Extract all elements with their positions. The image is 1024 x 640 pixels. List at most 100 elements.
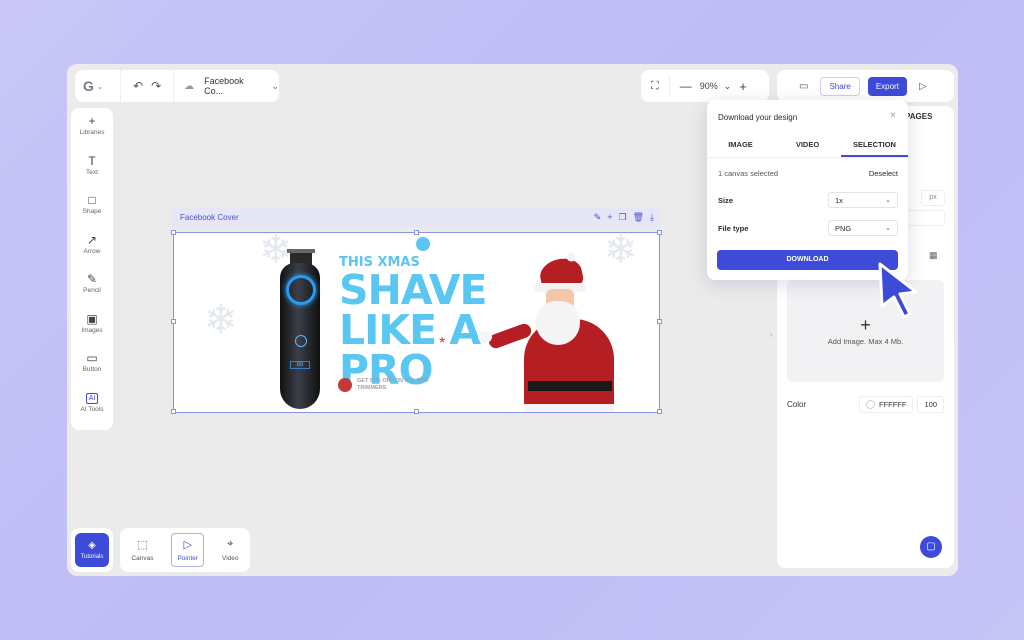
- chevron-down-icon: ⌄: [885, 197, 891, 204]
- design-canvas[interactable]: ❄ ❄ ❄ 88 THIS XMAS SHAVE LIKE A PRO * GE…: [173, 232, 660, 413]
- tab-video[interactable]: VIDEO: [774, 136, 841, 157]
- share-button[interactable]: Share: [820, 76, 860, 96]
- collapse-panel-icon[interactable]: ›: [770, 332, 772, 339]
- selected-count: 1 canvas selected: [718, 169, 779, 178]
- document-name-menu[interactable]: ☁ Facebook Co... ⌄: [174, 76, 279, 96]
- play-icon[interactable]: ▷: [919, 81, 927, 92]
- download-icon[interactable]: ⤓: [650, 212, 654, 223]
- video-mode-button[interactable]: ⌖ Video: [217, 534, 244, 566]
- mode-toolbar: ⬚ Canvas ▷ Pointer ⌖ Video: [120, 528, 250, 572]
- divider: [668, 76, 670, 96]
- tool-text[interactable]: T Text: [71, 154, 113, 194]
- pencil-icon: ✎: [86, 272, 98, 286]
- chevron-down-icon: ⌄: [271, 80, 279, 91]
- canvas-mode-button[interactable]: ⬚ Canvas: [126, 534, 158, 566]
- tool-label: AI Tools: [80, 405, 104, 413]
- zoom-level[interactable]: 90%: [700, 81, 718, 91]
- comment-icon[interactable]: ▭: [799, 81, 808, 92]
- resize-handle[interactable]: [171, 230, 176, 235]
- plus-icon: +: [860, 314, 871, 335]
- snowflake-decoration: ❄: [204, 298, 238, 342]
- app-logo-menu[interactable]: G ⌄: [83, 78, 110, 94]
- tool-images[interactable]: ▣ Images: [71, 312, 113, 352]
- headline-line-2: SHAVE: [339, 265, 488, 314]
- tool-libraries[interactable]: + Libraries: [71, 114, 113, 154]
- resize-handle[interactable]: [171, 319, 176, 324]
- button-icon: ▭: [86, 351, 98, 365]
- tool-label: Arrow: [83, 247, 101, 255]
- arrow-icon: ↗: [86, 232, 98, 247]
- color-picker[interactable]: FFFFFF: [858, 396, 914, 413]
- offer-line-1: GET 50% OFF ON ALL PRO: [357, 378, 429, 385]
- download-modal: Download your design × IMAGE VIDEO SELEC…: [707, 100, 908, 280]
- zoom-toolbar: ⛶ — 90% ⌄ +: [641, 70, 769, 102]
- image-icon: ▣: [86, 311, 98, 326]
- tool-label: Images: [81, 326, 103, 334]
- size-select[interactable]: 1x ⌄: [828, 192, 898, 208]
- chevron-down-icon[interactable]: ⌄: [724, 81, 732, 92]
- tutorials-panel: ◈ Tutorials: [71, 528, 113, 572]
- unit-field[interactable]: px: [921, 190, 945, 206]
- canvas-name[interactable]: Facebook Cover: [180, 213, 239, 222]
- headline-line-3: LIKE A: [339, 305, 481, 354]
- zoom-in-icon[interactable]: +: [739, 79, 747, 94]
- undo-icon[interactable]: ↶: [133, 79, 143, 93]
- resize-handle[interactable]: [657, 319, 662, 324]
- modal-title: Download your design: [718, 113, 798, 122]
- size-label: Size: [718, 195, 734, 205]
- tool-ai-tools[interactable]: AI AI Tools: [71, 391, 113, 431]
- delete-icon[interactable]: 🗑: [633, 212, 644, 223]
- chevron-down-icon: ⌄: [96, 81, 104, 91]
- filetype-label: File type: [718, 223, 749, 233]
- deselect-link[interactable]: Deselect: [869, 169, 898, 178]
- mode-label: Pointer: [177, 555, 199, 562]
- mouse-cursor-icon: [878, 262, 918, 318]
- download-tabs: IMAGE VIDEO SELECTION: [707, 136, 908, 158]
- layers-icon: ◈: [88, 540, 96, 551]
- redo-icon[interactable]: ↷: [151, 79, 161, 93]
- zoom-out-icon[interactable]: —: [680, 79, 692, 93]
- tool-arrow[interactable]: ↗ Arrow: [71, 233, 113, 273]
- resize-handle[interactable]: [657, 230, 662, 235]
- resize-handle[interactable]: [414, 230, 419, 235]
- tab-image[interactable]: IMAGE: [707, 136, 774, 157]
- tool-label: Shape: [82, 208, 102, 215]
- tool-shape[interactable]: □ Shape: [71, 193, 113, 233]
- text-icon: T: [88, 153, 96, 168]
- pointer-mode-button[interactable]: ▷ Pointer: [171, 533, 205, 567]
- document-name: Facebook Co...: [204, 76, 244, 96]
- image-upload-area[interactable]: + Add Image. Max 4 Mb.: [787, 280, 944, 382]
- close-icon[interactable]: ×: [890, 110, 896, 121]
- resize-handle[interactable]: [657, 409, 662, 414]
- duplicate-icon[interactable]: ❐: [619, 212, 627, 223]
- resize-handle[interactable]: [171, 409, 176, 414]
- selection-row: 1 canvas selected Deselect: [718, 169, 898, 178]
- download-button[interactable]: DOWNLOAD: [717, 250, 898, 270]
- resize-handle[interactable]: [414, 409, 419, 414]
- tab-pages[interactable]: PAGES: [905, 112, 932, 121]
- transparency-icon[interactable]: ▦: [929, 250, 938, 261]
- tab-selection[interactable]: SELECTION: [841, 136, 908, 157]
- canvas-header: Facebook Cover ✎ + ❐ 🗑 ⤓: [171, 207, 660, 227]
- filetype-select[interactable]: PNG ⌄: [828, 220, 898, 236]
- color-label: Color: [787, 400, 807, 409]
- offer-line-2: TRIMMERS: [357, 385, 387, 391]
- santa-image: [478, 254, 619, 412]
- opacity-field[interactable]: 100: [917, 396, 944, 413]
- fit-screen-icon[interactable]: ⛶: [651, 80, 659, 93]
- tools-sidebar: + Libraries T Text □ Shape ↗ Arrow ✎ Pencil ▣…: [71, 108, 113, 430]
- chat-icon: ▢: [926, 541, 936, 552]
- color-row: Color FFFFFF 100: [787, 396, 944, 413]
- tool-button[interactable]: ▭ Button: [71, 351, 113, 391]
- chat-support-button[interactable]: ▢: [920, 536, 942, 558]
- tool-pencil[interactable]: ✎ Pencil: [71, 272, 113, 312]
- tutorials-button[interactable]: ◈ Tutorials: [75, 533, 109, 567]
- add-icon[interactable]: +: [607, 212, 612, 223]
- tutorials-label: Tutorials: [80, 554, 104, 560]
- tool-label: Text: [86, 168, 98, 176]
- mode-label: Video: [222, 555, 239, 562]
- headline-group: THIS XMAS SHAVE LIKE A PRO: [339, 256, 488, 391]
- export-button[interactable]: Export: [867, 76, 907, 96]
- edit-icon[interactable]: ✎: [594, 212, 602, 223]
- ai-icon: AI: [85, 392, 99, 404]
